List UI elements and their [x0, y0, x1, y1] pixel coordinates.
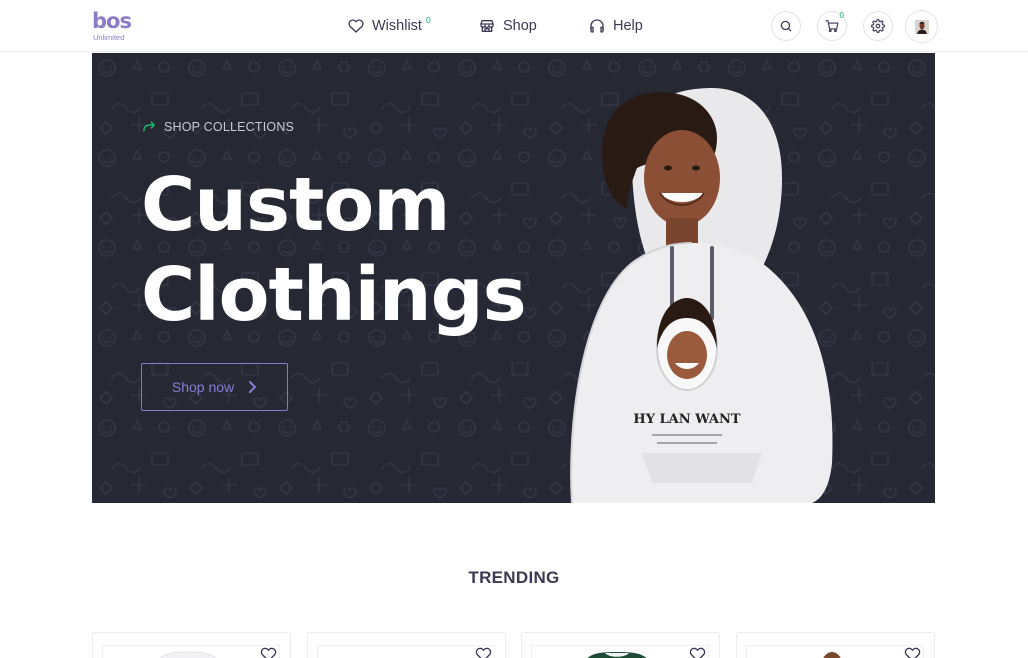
product-card[interactable]: [92, 632, 291, 658]
product-shirt-image: [587, 652, 647, 658]
trending-heading: TRENDING: [468, 568, 560, 587]
product-shirt-image: [823, 652, 841, 658]
gear-icon: [871, 19, 885, 33]
nav-help-label: Help: [613, 18, 643, 34]
heart-icon[interactable]: [689, 647, 706, 658]
brand-logo[interactable]: bos Unlimited: [92, 9, 132, 43]
store-icon: [480, 20, 494, 32]
chevron-right-icon: [249, 381, 257, 393]
shop-now-label: Shop now: [171, 379, 235, 395]
product-image-frame: [317, 645, 495, 658]
cart-icon: [825, 20, 839, 33]
nav-wishlist[interactable]: Wishlist 0: [348, 15, 431, 37]
headphones-icon: [590, 19, 604, 33]
navbar: bos Unlimited Wishlist 0 Shop Help 0: [0, 0, 1028, 52]
brand-name: bos: [92, 9, 132, 33]
nav-shop[interactable]: Shop: [479, 15, 537, 37]
wishlist-count-badge: 0: [425, 15, 431, 25]
heart-icon[interactable]: [260, 647, 277, 658]
heart-icon: [348, 19, 364, 33]
search-button[interactable]: [771, 11, 801, 41]
brand-tagline: Unlimited: [93, 33, 125, 42]
search-icon: [780, 20, 792, 32]
hero-eyebrow: SHOP COLLECTIONS: [142, 120, 294, 134]
user-avatar[interactable]: [905, 10, 938, 43]
cart-button[interactable]: 0: [817, 11, 847, 41]
svg-text:HY LAN WANT: HY LAN WANT: [633, 412, 740, 427]
product-card[interactable]: [521, 632, 720, 658]
shop-now-button[interactable]: Shop now: [141, 363, 288, 411]
hero-eyebrow-label: SHOP COLLECTIONS: [164, 120, 295, 134]
product-card[interactable]: [736, 632, 935, 658]
redo-arrow-icon: [143, 121, 155, 132]
heart-icon[interactable]: [904, 647, 921, 658]
cart-count-badge: 0: [839, 11, 844, 20]
settings-button[interactable]: [863, 11, 893, 41]
product-shirt-image: [159, 651, 217, 658]
heart-icon[interactable]: [475, 647, 492, 658]
hero-title-line-2: Clothings: [141, 252, 527, 338]
hero-title-line-1: Custom: [141, 162, 450, 248]
hero-banner: SHOP COLLECTIONS Custom Clothings Shop n…: [92, 53, 935, 503]
page: bos Unlimited Wishlist 0 Shop Help 0 SHO…: [0, 0, 1028, 658]
avatar: [914, 19, 929, 34]
nav-help[interactable]: Help: [589, 15, 643, 37]
nav-shop-label: Shop: [503, 18, 537, 34]
hero-title: Custom Clothings: [141, 160, 527, 340]
nav-wishlist-label: Wishlist: [372, 18, 422, 34]
model-hoodie-image: HY LAN WANT: [570, 88, 833, 503]
product-card[interactable]: [307, 632, 506, 658]
